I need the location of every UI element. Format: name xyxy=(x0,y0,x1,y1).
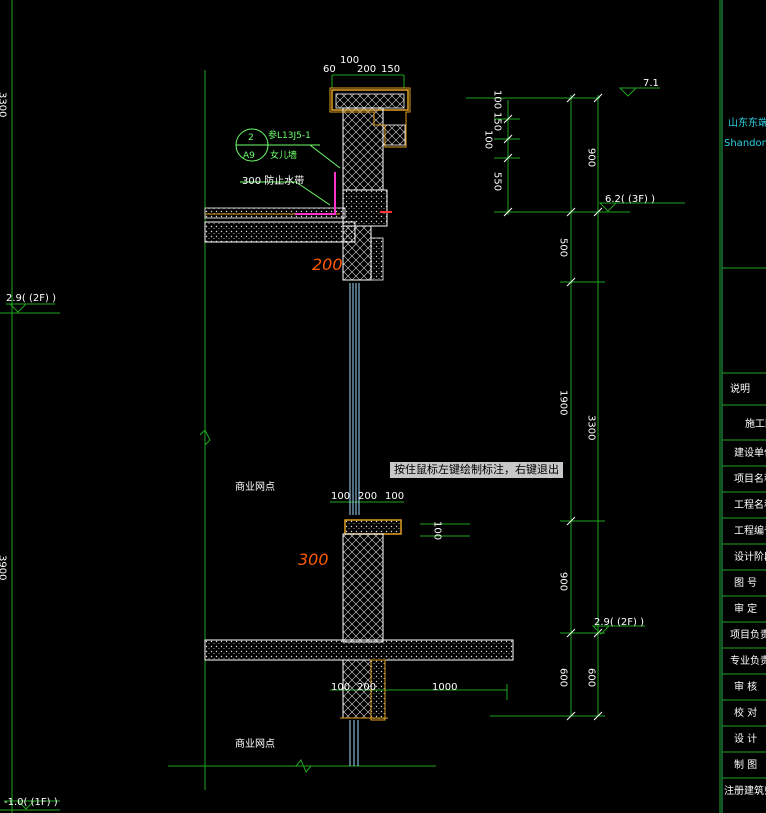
dim-v-150: 150 xyxy=(492,112,503,131)
tb-row-6: 设计阶段 xyxy=(734,550,766,563)
dimension-ticks-slant xyxy=(503,93,603,721)
company-name-en: Shandong Dong xyxy=(724,138,766,149)
tb-row-14: 制 图 xyxy=(734,758,757,771)
room-label-lower: 商业网点 xyxy=(235,737,275,750)
tb-row-8: 审 定 xyxy=(734,602,757,615)
waterproof-label: 300 防止水带 xyxy=(242,174,304,187)
command-prompt-tooltip: 按住鼠标左键绘制标注，右键退出 xyxy=(390,462,563,478)
dim-o-900: 900 xyxy=(586,148,597,167)
dim-bot-1000: 1000 xyxy=(432,682,457,693)
tb-row-12: 校 对 xyxy=(734,706,757,719)
level-2-9-right: 2.9( (2F) ) xyxy=(594,617,644,628)
dim-mid-200: 200 xyxy=(358,491,377,502)
dim-top-200: 200 xyxy=(357,64,376,75)
dim-v-500: 500 xyxy=(558,238,569,257)
tb-row-3: 项目名称 xyxy=(734,472,766,485)
level-7-1: 7.1 xyxy=(643,78,659,89)
tb-row-15: 注册建筑师专用 xyxy=(724,784,766,797)
tb-row-2: 建设单位 xyxy=(734,446,766,459)
dim-bot-200: 200 xyxy=(357,682,376,693)
dim-v-900: 900 xyxy=(558,572,569,591)
dim-v-1900: 1900 xyxy=(558,390,569,415)
level-minus-1-0: -1.0( (1F) ) xyxy=(4,797,58,808)
dim-mid-100a: 100 xyxy=(331,491,350,502)
tb-row-1: 施工图 xyxy=(745,417,766,430)
handwritten-note-300: 300 xyxy=(298,550,329,569)
title-block: 山东东端 Shandong Dong 说明 施工图 建设单位 项目名称 工程名称… xyxy=(722,116,766,797)
callout-sheet: A9 xyxy=(243,151,255,161)
tb-row-10: 专业负责人 xyxy=(730,654,766,667)
room-label-upper: 商业网点 xyxy=(235,480,275,493)
level-6-2: 6.2( (3F) ) xyxy=(605,194,655,205)
dim-v-550: 550 xyxy=(492,172,503,191)
parapet-wall xyxy=(329,87,411,281)
company-name: 山东东端 xyxy=(728,116,766,129)
reference-code: 参L13J5-1 xyxy=(268,129,311,141)
dim-left-3900: 3900 xyxy=(0,555,8,580)
detail-callout: 2 A9 参L13J5-1 女儿墙 300 防止水带 xyxy=(235,128,341,206)
tb-row-5: 工程编号 xyxy=(734,524,766,537)
cad-drawing-canvas[interactable]: 2 A9 参L13J5-1 女儿墙 300 防止水带 商业网点 商业网点 200… xyxy=(0,0,766,813)
dim-v-600: 600 xyxy=(558,668,569,687)
dim-v-100: 100 xyxy=(492,90,503,109)
dim-bot-100: 100 xyxy=(331,682,350,693)
tb-row-4: 工程名称 xyxy=(734,498,766,511)
dim-o-600: 600 xyxy=(586,668,597,687)
dim-v-100b: 100 xyxy=(483,130,494,149)
tb-row-13: 设 计 xyxy=(734,732,757,745)
dim-mid-100b: 100 xyxy=(385,491,404,502)
dim-top-60: 60 xyxy=(323,64,336,75)
dim-top-150: 150 xyxy=(381,64,400,75)
tb-row-11: 审 核 xyxy=(734,680,757,693)
tb-row-0: 说明 xyxy=(730,382,750,395)
vertical-dims-inner: 100 150 100 550 500 1900 900 600 100 xyxy=(432,90,569,687)
tb-row-9: 项目负责人 xyxy=(730,628,766,641)
level-2-9-left: 2.9( (2F) ) xyxy=(6,293,56,304)
handwritten-note-200: 200 xyxy=(312,255,343,274)
callout-number: 2 xyxy=(248,133,254,143)
dim-o-3300: 3300 xyxy=(586,415,597,440)
dim-canopy-100: 100 xyxy=(432,521,443,540)
reference-note: 女儿墙 xyxy=(270,149,297,161)
dim-left-3300: 3300 xyxy=(0,92,8,117)
tb-row-7: 图 号 xyxy=(734,577,757,589)
